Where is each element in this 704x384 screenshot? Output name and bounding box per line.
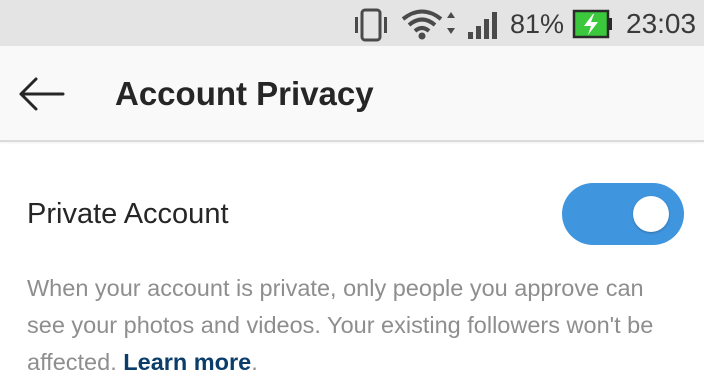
- private-account-toggle[interactable]: [562, 183, 684, 245]
- signal-icon: [468, 12, 497, 39]
- private-account-label: Private Account: [27, 198, 229, 230]
- page-title: Account Privacy: [115, 75, 374, 112]
- vibrate-icon: [355, 8, 387, 42]
- back-button[interactable]: [12, 68, 70, 120]
- app-bar: Account Privacy: [0, 46, 704, 142]
- toggle-knob: [633, 196, 669, 232]
- private-account-row: Private Account: [0, 172, 704, 256]
- privacy-description: When your account is private, only peopl…: [27, 270, 687, 381]
- clock: 23:03: [626, 8, 697, 39]
- battery-charging-icon: [572, 9, 612, 39]
- battery-percent: 81%: [510, 9, 565, 39]
- description-trailing: .: [251, 349, 258, 375]
- arrow-left-icon: [19, 77, 65, 111]
- learn-more-link[interactable]: Learn more: [123, 349, 251, 375]
- wifi-icon: [401, 9, 455, 40]
- status-bar: 81% 23:03: [0, 0, 704, 46]
- privacy-description-text: When your account is private, only peopl…: [27, 275, 654, 375]
